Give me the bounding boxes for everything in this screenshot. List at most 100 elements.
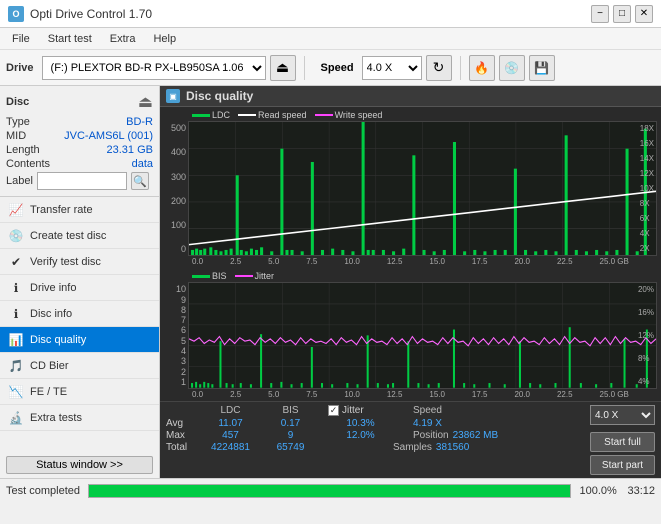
legend-readspeed: Read speed: [238, 110, 307, 120]
max-jitter: 12.0%: [328, 430, 393, 441]
minimize-button[interactable]: −: [591, 5, 609, 23]
progress-bar: [88, 484, 571, 498]
app-icon: O: [8, 6, 24, 22]
jitter-checkbox[interactable]: ✓: [328, 405, 339, 416]
refresh-button[interactable]: ↻: [426, 55, 452, 81]
cd-bier-icon: 🎵: [8, 358, 24, 374]
menu-start-test[interactable]: Start test: [40, 31, 100, 47]
disc-section-title: Disc: [6, 96, 29, 108]
stats-table-wrapper: LDC BIS ✓ Jitter Speed Avg 11.07 0.17: [166, 405, 584, 453]
nav-extra-tests[interactable]: 🔬 Extra tests: [0, 405, 159, 431]
jitter-label: Jitter: [342, 405, 364, 416]
status-bar: Test completed 100.0% 33:12: [0, 478, 661, 502]
disc-label-label: Label: [6, 175, 33, 187]
disc-mid-value: JVC-AMS6L (001): [64, 130, 153, 142]
nav-fe-te[interactable]: 📉 FE / TE: [0, 379, 159, 405]
disc-contents-value: data: [132, 158, 153, 170]
nav-drive-info[interactable]: ℹ Drive info: [0, 275, 159, 301]
top-chart-inner: 18X 16X 14X 12X 10X 8X 6X 4X 2X: [188, 121, 657, 256]
bottom-chart-svg: [189, 283, 656, 388]
legend-ldc: LDC: [192, 110, 230, 120]
menu-help[interactable]: Help: [145, 31, 184, 47]
status-window-button[interactable]: Status window >>: [6, 456, 153, 474]
nav-cd-bier[interactable]: 🎵 CD Bier: [0, 353, 159, 379]
charts-area: LDC Read speed Write speed 500 400: [160, 107, 661, 401]
menu-file[interactable]: File: [4, 31, 38, 47]
speed-target-select[interactable]: 4.0 X: [590, 405, 655, 425]
verify-test-disc-icon: ✔: [8, 254, 24, 270]
stats-total-row: Total 4224881 65749 Samples 381560: [166, 442, 584, 453]
start-full-button[interactable]: Start full: [590, 432, 655, 452]
status-time: 33:12: [627, 485, 655, 497]
nav-cd-bier-label: CD Bier: [30, 360, 69, 372]
close-button[interactable]: ✕: [635, 5, 653, 23]
speed-label: Speed: [321, 62, 354, 74]
nav-drive-info-label: Drive info: [30, 282, 76, 294]
nav-create-test-disc-label: Create test disc: [30, 230, 106, 242]
status-text: Test completed: [6, 485, 80, 497]
drive-label: Drive: [6, 62, 34, 74]
disc-type-value: BD-R: [126, 116, 153, 128]
menu-extra[interactable]: Extra: [102, 31, 144, 47]
legend-bis: BIS: [192, 271, 227, 281]
nav-disc-info-label: Disc info: [30, 308, 72, 320]
disc-label-btn[interactable]: 🔍: [131, 172, 149, 190]
top-chart-and-yaxis: 500 400 300 200 100 0: [164, 121, 657, 256]
disc-type-row: Type BD-R: [6, 116, 153, 128]
top-chart-y-right: 18X 16X 14X 12X 10X 8X 6X 4X 2X: [640, 122, 654, 255]
disc-type-label: Type: [6, 116, 30, 128]
disc-info-icon: ℹ: [8, 306, 24, 322]
avg-bis: 0.17: [263, 418, 318, 429]
toolbar-separator: [304, 56, 305, 80]
maximize-button[interactable]: □: [613, 5, 631, 23]
right-panel: ▣ Disc quality LDC Read speed: [160, 86, 661, 478]
jitter-color: [235, 275, 253, 277]
legend-jitter: Jitter: [235, 271, 275, 281]
disc-contents-label: Contents: [6, 158, 50, 170]
bottom-chart-area: BIS Jitter 10 9 8 7 6 5 4: [164, 270, 657, 399]
stats-avg-row: Avg 11.07 0.17 10.3% 4.19 X: [166, 418, 584, 429]
total-ldc: 4224881: [198, 442, 263, 453]
toolbar: Drive (F:) PLEXTOR BD-R PX-LB950SA 1.06 …: [0, 50, 661, 86]
drive-select[interactable]: (F:) PLEXTOR BD-R PX-LB950SA 1.06: [42, 56, 266, 80]
stats-header-ldc: LDC: [198, 405, 263, 416]
nav-transfer-rate[interactable]: 📈 Transfer rate: [0, 197, 159, 223]
speed-select[interactable]: 4.0 X: [362, 56, 422, 80]
bottom-chart-and-yaxis: 10 9 8 7 6 5 4 3 2 1: [164, 282, 657, 389]
total-bis: 65749: [263, 442, 318, 453]
bottom-chart-x-axis: 0.0 2.5 5.0 7.5 10.0 12.5 15.0 17.5 20.0…: [164, 389, 657, 399]
legend-writespeed: Write speed: [315, 110, 383, 120]
disc-section: Disc ⏏ Type BD-R MID JVC-AMS6L (001) Len…: [0, 86, 159, 197]
disc-length-label: Length: [6, 144, 40, 156]
disc-length-row: Length 23.31 GB: [6, 144, 153, 156]
start-part-button[interactable]: Start part: [590, 455, 655, 475]
top-chart-y-axis-left: 500 400 300 200 100 0: [164, 121, 188, 256]
avg-ldc: 11.07: [198, 418, 263, 429]
nav-disc-info[interactable]: ℹ Disc info: [0, 301, 159, 327]
samples-val: 381560: [436, 442, 469, 453]
drive-info-icon: ℹ: [8, 280, 24, 296]
save-button[interactable]: 💾: [529, 55, 555, 81]
disc-button[interactable]: 💿: [499, 55, 525, 81]
nav-verify-test-disc-label: Verify test disc: [30, 256, 101, 268]
writespeed-color: [315, 114, 333, 116]
top-chart-x-axis: 0.0 2.5 5.0 7.5 10.0 12.5 15.0 17.5 20.0…: [164, 256, 657, 266]
bottom-chart-y-right: 20% 16% 12% 8% 4%: [638, 283, 654, 388]
nav-create-test-disc[interactable]: 💿 Create test disc: [0, 223, 159, 249]
nav-disc-quality[interactable]: 📊 Disc quality: [0, 327, 159, 353]
position-val: 23862 MB: [453, 430, 499, 441]
status-percent: 100.0%: [579, 485, 619, 497]
speed-header: Speed: [413, 405, 442, 416]
samples-label: Samples: [393, 442, 432, 453]
burn-button[interactable]: 🔥: [469, 55, 495, 81]
disc-mid-row: MID JVC-AMS6L (001): [6, 130, 153, 142]
panel-icon: ▣: [166, 89, 180, 103]
nav-items: 📈 Transfer rate 💿 Create test disc ✔ Ver…: [0, 197, 159, 452]
max-bis: 9: [263, 430, 318, 441]
fe-te-icon: 📉: [8, 384, 24, 400]
eject-button[interactable]: ⏏: [270, 55, 296, 81]
menu-bar: File Start test Extra Help: [0, 28, 661, 50]
disc-label-input[interactable]: [37, 172, 127, 190]
disc-eject-icon[interactable]: ⏏: [138, 92, 153, 112]
nav-verify-test-disc[interactable]: ✔ Verify test disc: [0, 249, 159, 275]
